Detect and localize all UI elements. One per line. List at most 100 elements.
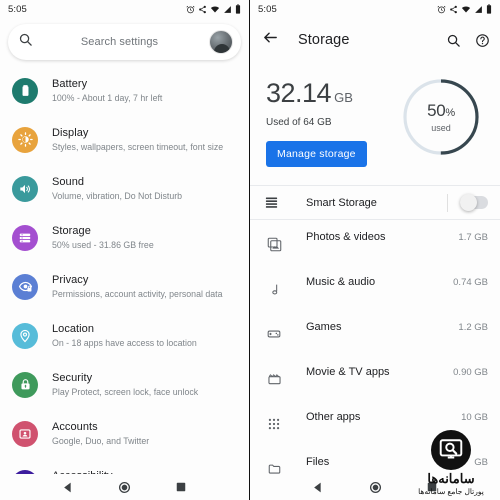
used-number: 32.14	[266, 78, 332, 108]
help-icon[interactable]	[475, 33, 490, 48]
sidebar-item-location[interactable]: Location On - 18 apps have access to loc…	[0, 311, 249, 360]
alarm-icon	[186, 5, 195, 14]
smart-storage-row[interactable]: Smart Storage	[250, 186, 500, 220]
toggle-knob	[460, 194, 477, 211]
sidebar-item-title: Privacy	[52, 274, 89, 286]
sidebar-item-subtitle: 100% - About 1 day, 7 hr left	[52, 93, 163, 103]
nav-bar-right	[250, 474, 500, 500]
category-name: Files	[306, 456, 330, 468]
wifi-icon	[461, 5, 471, 14]
avatar[interactable]	[209, 30, 233, 54]
category-name: Music & audio	[306, 276, 376, 288]
account-card-icon	[12, 420, 38, 447]
storage-icon	[12, 224, 38, 251]
search-icon[interactable]	[446, 33, 461, 48]
app-bar: Storage	[250, 18, 500, 62]
search-bar[interactable]: Search settings	[8, 24, 241, 60]
privacy-eye-icon	[12, 273, 38, 300]
nav-home-icon[interactable]	[118, 481, 131, 494]
category-row-music-audio[interactable]: Music & audio 0.74 GB	[250, 265, 500, 310]
brightness-icon	[12, 126, 38, 153]
wifi-icon	[210, 5, 220, 14]
gamepad-icon	[264, 321, 284, 341]
nav-bar-left	[0, 474, 249, 500]
search-icon	[18, 32, 36, 52]
status-bar-left: 5:05	[0, 0, 249, 18]
sidebar-item-text: Storage 50% used - 31.86 GB free	[52, 224, 154, 251]
sidebar-item-storage[interactable]: Storage 50% used - 31.86 GB free	[0, 213, 249, 262]
category-header: Movie & TV apps 0.90 GB	[306, 366, 488, 378]
category-size: 0.74 GB	[453, 277, 488, 288]
category-body: Games 1.2 GB	[306, 321, 488, 333]
smart-storage-toggle[interactable]	[460, 194, 488, 211]
battery-icon	[12, 77, 38, 104]
settings-list: Battery 100% - About 1 day, 7 hr left Di…	[0, 64, 249, 474]
alarm-icon	[437, 5, 446, 14]
sidebar-item-title: Accounts	[52, 421, 98, 433]
sidebar-item-text: Battery 100% - About 1 day, 7 hr left	[52, 77, 162, 104]
apps-grid-icon	[264, 411, 284, 431]
category-row-other-apps[interactable]: Other apps 10 GB	[250, 400, 500, 445]
sidebar-item-title: Location	[52, 323, 94, 335]
battery-icon	[235, 4, 241, 14]
sidebar-item-text: Privacy Permissions, account activity, p…	[52, 273, 222, 300]
category-row-files[interactable]: Files GB	[250, 445, 500, 474]
category-header: Files GB	[306, 456, 488, 468]
left-phone-settings-screen: 5:05 Search settings Battery 100% - Abou…	[0, 0, 250, 500]
sidebar-item-accessibility[interactable]: Accessibility Screen readers, display, i…	[0, 458, 249, 474]
signal-icon	[474, 5, 483, 14]
nav-back-icon[interactable]	[312, 481, 325, 494]
sidebar-item-text: Security Play Protect, screen lock, face…	[52, 371, 198, 398]
nav-back-icon[interactable]	[62, 481, 75, 494]
category-row-photos-videos[interactable]: Photos & videos 1.7 GB	[250, 220, 500, 265]
sidebar-item-title: Security	[52, 372, 93, 384]
sidebar-item-display[interactable]: Display Styles, wallpapers, screen timeo…	[0, 115, 249, 164]
lock-icon	[12, 371, 38, 398]
sidebar-item-text: Location On - 18 apps have access to loc…	[52, 322, 197, 349]
movie-clapper-icon	[264, 366, 284, 386]
category-body: Music & audio 0.74 GB	[306, 276, 488, 288]
status-icons	[437, 4, 492, 14]
storage-summary: 32.14 GB Used of 64 GB Manage storage 50%…	[250, 62, 500, 186]
search-input[interactable]: Search settings	[36, 36, 209, 48]
storage-categories: Photos & videos 1.7 GB Music & audio 0.7…	[250, 220, 500, 474]
category-name: Photos & videos	[306, 231, 386, 243]
category-header: Games 1.2 GB	[306, 321, 488, 333]
sidebar-item-subtitle: 50% used - 31.86 GB free	[52, 240, 154, 250]
category-body: Movie & TV apps 0.90 GB	[306, 366, 488, 378]
status-bar-right: 5:05	[250, 0, 500, 18]
sidebar-item-security[interactable]: Security Play Protect, screen lock, face…	[0, 360, 249, 409]
smart-storage-icon	[264, 195, 284, 210]
signal-icon	[223, 5, 232, 14]
battery-icon	[486, 4, 492, 14]
category-size: 10 GB	[461, 412, 488, 423]
location-pin-icon	[12, 322, 38, 349]
search-bar-container: Search settings	[0, 18, 249, 64]
sidebar-item-title: Storage	[52, 225, 91, 237]
manage-storage-button[interactable]: Manage storage	[266, 141, 367, 167]
sidebar-item-text: Display Styles, wallpapers, screen timeo…	[52, 126, 223, 153]
back-arrow-icon[interactable]	[262, 29, 282, 51]
category-row-movie-tv-apps[interactable]: Movie & TV apps 0.90 GB	[250, 355, 500, 400]
nav-recents-icon[interactable]	[426, 481, 438, 493]
category-name: Other apps	[306, 411, 361, 423]
used-unit: GB	[334, 90, 353, 105]
sidebar-item-accounts[interactable]: Accounts Google, Duo, and Twitter	[0, 409, 249, 458]
sidebar-item-title: Display	[52, 127, 89, 139]
sidebar-item-subtitle: Volume, vibration, Do Not Disturb	[52, 191, 183, 201]
category-body: Other apps 10 GB	[306, 411, 488, 423]
smart-storage-control	[447, 193, 488, 212]
sidebar-item-battery[interactable]: Battery 100% - About 1 day, 7 hr left	[0, 66, 249, 115]
sidebar-item-text: Sound Volume, vibration, Do Not Disturb	[52, 175, 182, 202]
sidebar-item-title: Sound	[52, 176, 85, 188]
category-header: Photos & videos 1.7 GB	[306, 231, 488, 243]
sidebar-item-sound[interactable]: Sound Volume, vibration, Do Not Disturb	[0, 164, 249, 213]
sidebar-item-privacy[interactable]: Privacy Permissions, account activity, p…	[0, 262, 249, 311]
category-body: Files GB	[306, 456, 488, 468]
nav-recents-icon[interactable]	[175, 481, 187, 493]
category-size: 0.90 GB	[453, 367, 488, 378]
category-row-games[interactable]: Games 1.2 GB	[250, 310, 500, 355]
bluetooth-share-icon	[449, 5, 458, 14]
bluetooth-share-icon	[198, 5, 207, 14]
nav-home-icon[interactable]	[369, 481, 382, 494]
